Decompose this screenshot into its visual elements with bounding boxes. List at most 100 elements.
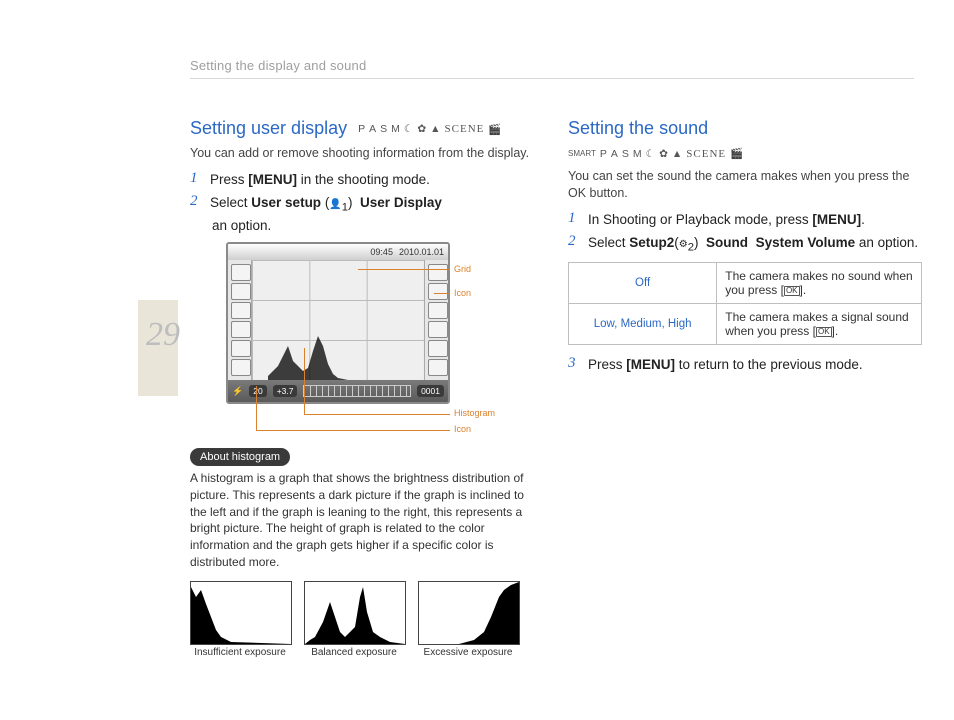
step-body: Press [MENU] in the shooting mode. xyxy=(210,170,430,190)
lcd-icon xyxy=(231,359,251,376)
step-number: 3 xyxy=(568,355,582,375)
lcd-icon xyxy=(231,321,251,338)
camera-lcd: 09:45 2010.01.01 xyxy=(226,242,450,404)
text: an option. xyxy=(212,218,271,233)
callout-icon-top: Icon xyxy=(454,288,471,298)
right-step-3: 3 Press [MENU] to return to the previous… xyxy=(568,355,922,375)
text: in the shooting mode. xyxy=(297,172,430,187)
lcd-date: 2010.01.01 xyxy=(399,247,444,257)
breadcrumb: Setting the display and sound xyxy=(190,58,366,73)
user-setup-bold: User setup xyxy=(251,195,321,210)
lcd-icon xyxy=(231,302,251,319)
left-step-1: 1 Press [MENU] in the shooting mode. xyxy=(190,170,540,190)
about-histogram-body: A histogram is a graph that shows the br… xyxy=(190,470,540,571)
sound-levels-val: The camera makes a signal sound when you… xyxy=(717,304,922,345)
right-step-2: 2 Select Setup2(⚙2) Sound System Volume … xyxy=(568,233,922,256)
callout-histogram: Histogram xyxy=(454,408,495,418)
mode-smart-icon: SMART xyxy=(568,149,596,158)
lcd-figure: 09:45 2010.01.01 xyxy=(226,242,482,404)
mode-landscape-icon: ▲ xyxy=(430,123,440,135)
histogram-balanced: Balanced exposure xyxy=(304,581,404,658)
left-lead: You can add or remove shooting informati… xyxy=(190,145,540,162)
histogram-caption: Insufficient exposure xyxy=(190,647,290,658)
mode-s-icon: S xyxy=(622,148,629,160)
text: ) xyxy=(348,195,356,210)
menu-key: [MENU] xyxy=(248,172,297,187)
text: Select xyxy=(210,195,251,210)
mode-movie-icon: 🎬 xyxy=(488,123,501,136)
lcd-topbar: 09:45 2010.01.01 xyxy=(228,244,448,260)
lcd-ev: +3.7 xyxy=(273,385,298,397)
ok-icon: OK xyxy=(816,327,832,337)
histogram-frame xyxy=(418,581,520,645)
mode-landscape-icon: ▲ xyxy=(672,148,682,160)
callout-label: Icon xyxy=(454,288,471,298)
menu-key: [MENU] xyxy=(812,212,861,227)
left-column: Setting user display P A S M ☾ ✿ ▲ SCENE… xyxy=(190,118,540,658)
lcd-icon xyxy=(231,283,251,300)
header-rule xyxy=(190,78,914,79)
mode-a-icon: A xyxy=(369,123,376,135)
right-lead: You can set the sound the camera makes w… xyxy=(568,168,922,202)
step-number: 2 xyxy=(568,233,582,256)
text: . xyxy=(861,212,865,227)
right-step-1: 1 In Shooting or Playback mode, press [M… xyxy=(568,210,922,230)
step-number: 1 xyxy=(190,170,204,190)
lcd-time: 09:45 xyxy=(370,247,393,257)
histogram-excessive: Excessive exposure xyxy=(418,581,518,658)
callout-label: Grid xyxy=(454,264,471,274)
mode-p-icon: P xyxy=(600,148,607,160)
mode-a-icon: A xyxy=(611,148,618,160)
mode-s-icon: S xyxy=(380,123,387,135)
lcd-right-icons xyxy=(424,260,448,380)
lcd-counter: 0001 xyxy=(417,385,444,397)
system-volume-bold: System Volume xyxy=(756,235,856,250)
histogram-insufficient: Insufficient exposure xyxy=(190,581,290,658)
lcd-shots: 20 xyxy=(249,385,266,397)
mode-p-icon: P xyxy=(358,123,365,135)
lcd-icon xyxy=(428,302,448,319)
ok-icon: OK xyxy=(784,286,800,296)
lcd-icon xyxy=(231,264,251,281)
lcd-icon xyxy=(428,283,448,300)
text: Press xyxy=(210,172,248,187)
callout-label: Histogram xyxy=(454,408,495,418)
mode-beauty-icon: ✿ xyxy=(417,123,426,135)
setup2-bold: Setup2 xyxy=(629,235,674,250)
text: Select xyxy=(588,235,629,250)
lcd-icon xyxy=(428,264,448,281)
menu-key: [MENU] xyxy=(626,357,675,372)
about-histogram-chip: About histogram xyxy=(190,448,290,466)
mode-scene-icon: SCENE xyxy=(445,123,485,135)
table-row: Off The camera makes no sound when you p… xyxy=(569,263,922,304)
text: an option. xyxy=(855,235,918,250)
histogram-frame xyxy=(190,581,292,645)
text: ]. xyxy=(800,283,807,297)
text: ) xyxy=(694,235,702,250)
sound-bold: Sound xyxy=(706,235,748,250)
sound-levels-key: Low, Medium, High xyxy=(569,304,717,345)
sound-off-key: Off xyxy=(569,263,717,304)
lcd-bottombar: ⚡ 20 +3.7 0001 xyxy=(228,380,448,402)
lcd-icon xyxy=(428,359,448,376)
mode-scene-icon: SCENE xyxy=(686,148,726,160)
callout-grid: Grid xyxy=(454,264,471,274)
step-body: Press [MENU] to return to the previous m… xyxy=(588,355,863,375)
left-step-2: 2 Select User setup (👤1) User Display an… xyxy=(190,193,540,236)
mode-beauty-icon: ✿ xyxy=(659,148,668,160)
lcd-icon xyxy=(428,321,448,338)
lcd-left-icons xyxy=(228,260,252,380)
text: ]. xyxy=(832,324,839,338)
page: Setting the display and sound 29 Setting… xyxy=(0,0,954,720)
step-body: Select User setup (👤1) User Display an o… xyxy=(210,193,442,236)
step-body: Select Setup2(⚙2) Sound System Volume an… xyxy=(588,233,918,256)
callout-icon-bottom: Icon xyxy=(454,424,471,434)
table-row: Low, Medium, High The camera makes a sig… xyxy=(569,304,922,345)
lcd-flash-icon: ⚡ xyxy=(232,386,243,397)
mode-night-icon: ☾ xyxy=(646,148,655,160)
mode-m-icon: M xyxy=(391,123,400,135)
mode-icons-right: SMART P A S M ☾ ✿ ▲ SCENE 🎬 xyxy=(568,147,743,160)
lcd-grid xyxy=(252,260,424,380)
sound-off-val: The camera makes no sound when you press… xyxy=(717,263,922,304)
mode-night-icon: ☾ xyxy=(404,123,413,135)
